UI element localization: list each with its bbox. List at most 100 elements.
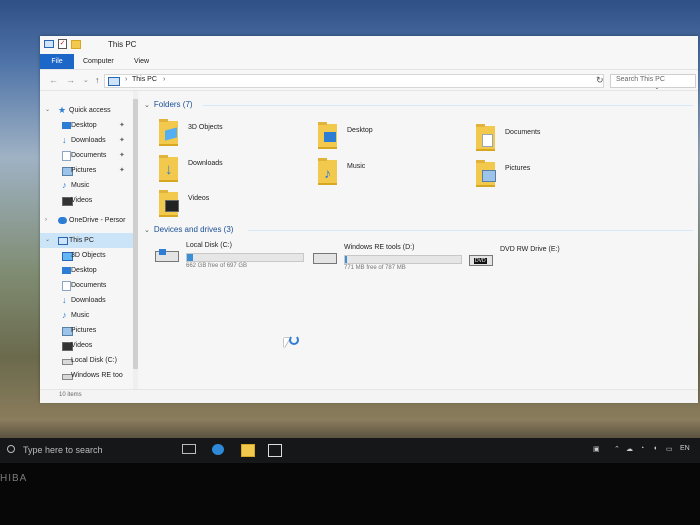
nav-pc-videos[interactable]: Videos	[40, 338, 138, 353]
nav-pc-windows-re[interactable]: Windows RE too	[40, 368, 138, 383]
taskbar: Type here to search ▣ ⌃ ☁ ◔ ◖ ▭ EN	[0, 438, 700, 463]
recent-locations-chevron-icon[interactable]: ⌄	[83, 76, 89, 84]
breadcrumb-separator-icon[interactable]: ›	[125, 76, 127, 83]
volume-icon[interactable]: ◖	[653, 445, 657, 452]
nav-pc-documents[interactable]: Documents	[40, 278, 138, 293]
chevron-down-icon[interactable]: ⌄	[144, 102, 150, 109]
address-field[interactable]: › This PC › ⌄	[104, 74, 660, 91]
task-view-icon[interactable]	[182, 444, 196, 454]
nav-pc-local-disk[interactable]: Local Disk (C:)	[40, 353, 138, 368]
search-placeholder: Search This PC	[616, 76, 665, 83]
nav-pc-pictures[interactable]: Pictures	[40, 323, 138, 338]
window-title: This PC	[108, 40, 137, 49]
devices-group-header[interactable]: ⌄ Devices and drives (3)	[144, 225, 233, 234]
drive-dvd-e[interactable]: DVD DVD RW Drive (E:)	[469, 246, 589, 270]
videos-icon	[165, 200, 179, 212]
nav-quick-music[interactable]: ♪ Music	[40, 178, 138, 193]
desktop-icon	[62, 267, 71, 274]
drive-windows-re-d[interactable]: Windows RE tools (D:) 771 MB free of 787…	[313, 244, 463, 274]
network-icon[interactable]: ◔	[640, 445, 644, 452]
laptop-bezel: HIBA	[0, 463, 700, 525]
nav-quick-access[interactable]: ⌄ ★ Quick access	[40, 103, 138, 118]
breadcrumb-separator-icon[interactable]: ›	[163, 76, 165, 83]
battery-icon[interactable]: ▭	[666, 445, 673, 453]
drive-local-disk-c[interactable]: Local Disk (C:) 662 GB free of 697 GB	[155, 242, 305, 272]
folder-icon: ↓	[159, 155, 178, 182]
cloud-icon	[58, 217, 67, 224]
ribbon-tabs: File Computer View	[40, 54, 698, 70]
music-icon: ♪	[324, 165, 331, 181]
chevron-down-icon[interactable]: ⌄	[144, 227, 150, 234]
back-arrow-icon[interactable]: ←	[49, 75, 58, 85]
nav-label: Documents	[71, 152, 107, 159]
scrollbar-thumb[interactable]	[133, 99, 138, 369]
folder-icon	[476, 124, 495, 151]
tab-view[interactable]: View	[134, 57, 149, 67]
nav-label: 3D Objects	[71, 252, 106, 259]
pictures-icon	[482, 170, 496, 182]
pin-icon[interactable]: ✦	[119, 133, 125, 148]
nav-pc-downloads[interactable]: ↓ Downloads	[40, 293, 138, 308]
edge-icon[interactable]	[212, 444, 224, 455]
nav-quick-desktop[interactable]: Desktop ✦	[40, 118, 138, 133]
tab-file[interactable]: File	[40, 54, 74, 69]
loading-spinner-icon	[289, 335, 299, 345]
file-explorer-icon[interactable]	[241, 444, 255, 457]
dvd-drive-icon: DVD	[469, 255, 493, 266]
nav-pc-music[interactable]: ♪ Music	[40, 308, 138, 323]
forward-arrow-icon[interactable]: →	[66, 75, 75, 85]
desktop-icon	[324, 132, 336, 142]
mail-icon[interactable]	[268, 444, 282, 457]
free-space-text: 771 MB free of 787 MB	[344, 265, 406, 271]
cloud-icon[interactable]: ☁	[626, 445, 633, 453]
windows-logo-icon	[159, 249, 166, 255]
capacity-bar	[344, 255, 462, 264]
tab-computer[interactable]: Computer	[83, 57, 114, 67]
downloads-icon: ↓	[62, 135, 67, 145]
language-indicator[interactable]: EN	[680, 445, 690, 452]
refresh-icon[interactable]: ↻	[596, 75, 604, 86]
chevron-up-icon[interactable]: ⌃	[614, 445, 620, 453]
properties-icon[interactable]: ✓	[58, 39, 67, 49]
documents-icon	[62, 281, 71, 291]
documents-icon	[482, 134, 493, 147]
music-icon: ♪	[62, 310, 67, 320]
system-tray: ▣ ⌃ ☁ ◔ ◖ ▭ EN	[590, 442, 700, 458]
pin-icon[interactable]: ✦	[119, 163, 125, 178]
tray-app-icon[interactable]: ▣	[593, 445, 600, 453]
nav-pc-3d-objects[interactable]: 3D Objects	[40, 248, 138, 263]
taskbar-search[interactable]: Type here to search	[7, 445, 103, 455]
nav-label: Downloads	[71, 137, 106, 144]
nav-this-pc[interactable]: ⌄ This PC	[40, 233, 138, 248]
up-arrow-icon[interactable]: ↑	[95, 75, 100, 85]
folders-group-header[interactable]: ⌄ Folders (7)	[144, 100, 193, 109]
divider	[203, 105, 693, 106]
this-pc-icon	[58, 237, 68, 245]
chevron-down-icon[interactable]: ⌄	[45, 103, 50, 118]
music-icon: ♪	[62, 180, 67, 190]
chevron-down-icon[interactable]: ⌄	[45, 233, 50, 248]
capacity-fill	[345, 256, 348, 263]
content-pane: ⌄ Folders (7) 3D Objects Desktop Document…	[140, 91, 698, 389]
pin-icon[interactable]: ✦	[119, 118, 125, 133]
nav-quick-pictures[interactable]: Pictures ✦	[40, 163, 138, 178]
nav-quick-videos[interactable]: Videos	[40, 193, 138, 208]
nav-quick-downloads[interactable]: ↓ Downloads ✦	[40, 133, 138, 148]
nav-label: OneDrive - Persor	[69, 217, 126, 224]
nav-label: Desktop	[71, 267, 97, 274]
new-folder-icon[interactable]	[71, 39, 81, 49]
nav-label: Windows RE too	[71, 372, 123, 379]
navigation-scrollbar[interactable]	[133, 91, 138, 391]
nav-label: Videos	[71, 342, 93, 349]
nav-onedrive[interactable]: › OneDrive - Persor	[40, 213, 138, 228]
search-input[interactable]: Search This PC	[610, 74, 696, 88]
pin-icon[interactable]: ✦	[119, 148, 125, 163]
navigation-pane: ⌄ ★ Quick access Desktop ✦ ↓ Downloads ✦…	[40, 91, 138, 391]
folder-icon	[318, 122, 337, 149]
folder-icon: ♪	[318, 158, 337, 185]
breadcrumb-this-pc[interactable]: This PC	[132, 76, 157, 83]
nav-quick-documents[interactable]: Documents ✦	[40, 148, 138, 163]
nav-label: Pictures	[71, 167, 97, 174]
chevron-right-icon[interactable]: ›	[45, 213, 47, 228]
nav-pc-desktop[interactable]: Desktop	[40, 263, 138, 278]
